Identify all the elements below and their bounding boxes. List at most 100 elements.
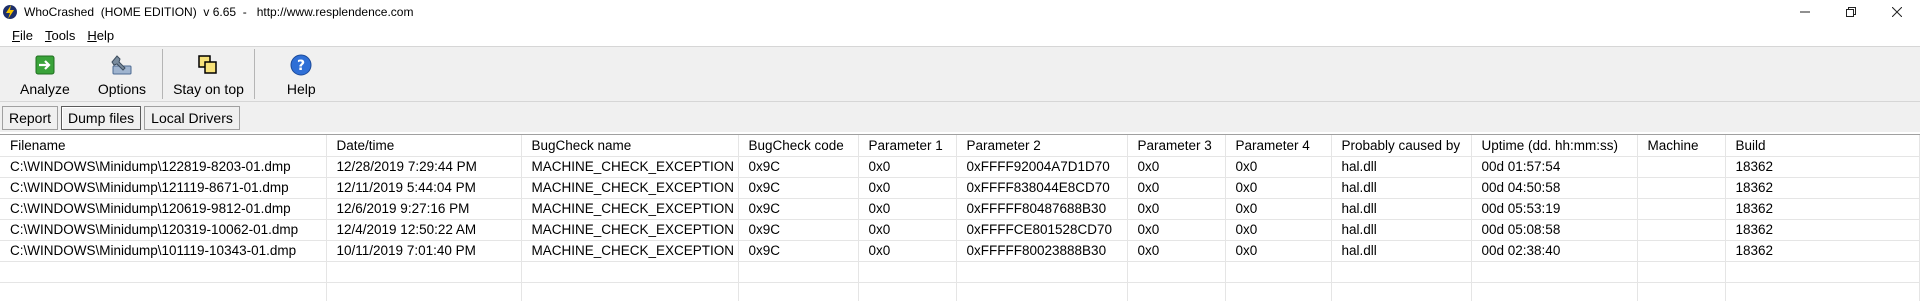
tab-dump-files[interactable]: Dump files [61, 106, 142, 130]
menu-bar: File Tools Help [0, 24, 1920, 46]
table-cell: 0xFFFFF80487688B30 [956, 198, 1128, 220]
column-header[interactable]: Machine [1637, 135, 1726, 157]
table-cell: 00d 05:08:58 [1471, 219, 1638, 241]
table-cell: C:\WINDOWS\Minidump\120619-9812-01.dmp [0, 198, 327, 220]
table-cell: 0x0 [1225, 198, 1332, 220]
table-cell: 0x0 [858, 156, 957, 178]
column-header[interactable]: BugCheck code [738, 135, 859, 157]
restore-button[interactable] [1828, 0, 1874, 24]
column-header[interactable]: Filename [0, 135, 327, 157]
table-cell: 0x0 [858, 177, 957, 199]
window-controls [1782, 0, 1920, 24]
minimize-button[interactable] [1782, 0, 1828, 24]
table-cell: 0x0 [1225, 177, 1332, 199]
column-header[interactable]: Probably caused by [1331, 135, 1472, 157]
help-label: Help [286, 81, 316, 97]
help-question-icon: ? [290, 54, 312, 76]
table-cell: 0x0 [1225, 240, 1332, 262]
dump-files-table: Filename Date/time BugCheck name BugChec… [0, 134, 1920, 301]
column-header[interactable]: Parameter 4 [1225, 135, 1332, 157]
table-cell [326, 282, 522, 301]
column-header[interactable]: Uptime (dd. hh:mm:ss) [1471, 135, 1638, 157]
table-cell [858, 261, 957, 283]
app-lightning-icon [2, 4, 18, 20]
table-cell [0, 282, 327, 301]
column-header[interactable]: Build [1725, 135, 1920, 157]
table-cell: 0x0 [858, 240, 957, 262]
table-cell: MACHINE_CHECK_EXCEPTION [521, 156, 739, 178]
help-button[interactable]: ? Help [255, 47, 332, 101]
options-button[interactable]: Options [86, 47, 162, 101]
table-cell: MACHINE_CHECK_EXCEPTION [521, 240, 739, 262]
tab-report[interactable]: Report [2, 106, 59, 130]
table-cell: 0x0 [1225, 219, 1332, 241]
table-cell [858, 282, 957, 301]
table-row[interactable]: C:\WINDOWS\Minidump\121119-8671-01.dmp 12… [0, 177, 1920, 199]
options-wrench-icon [111, 54, 133, 76]
empty-table-row [0, 261, 1920, 283]
table-row[interactable]: C:\WINDOWS\Minidump\122819-8203-01.dmp 12… [0, 156, 1920, 178]
menu-file-label: ile [19, 27, 33, 43]
table-cell: C:\WINDOWS\Minidump\122819-8203-01.dmp [0, 156, 327, 178]
table-cell: MACHINE_CHECK_EXCEPTION [521, 177, 739, 199]
table-cell: 0x9C [738, 240, 859, 262]
table-cell: 0x9C [738, 219, 859, 241]
table-cell: hal.dll [1331, 219, 1472, 241]
svg-text:?: ? [297, 58, 305, 74]
options-label: Options [97, 81, 147, 97]
table-cell: hal.dll [1331, 240, 1472, 262]
table-cell: 0xFFFF838044E8CD70 [956, 177, 1128, 199]
table-row[interactable]: C:\WINDOWS\Minidump\120319-10062-01.dmp 1… [0, 219, 1920, 241]
menu-help-label: elp [96, 27, 115, 43]
table-cell: 00d 04:50:58 [1471, 177, 1638, 199]
column-header[interactable]: BugCheck name [521, 135, 739, 157]
table-cell: C:\WINDOWS\Minidump\121119-8671-01.dmp [0, 177, 327, 199]
table-cell: 0x0 [858, 219, 957, 241]
column-header[interactable]: Parameter 1 [858, 135, 957, 157]
table-cell: 0x0 [1127, 219, 1226, 241]
table-cell: 0x9C [738, 198, 859, 220]
table-cell: MACHINE_CHECK_EXCEPTION [521, 219, 739, 241]
table-cell: 0x0 [1127, 198, 1226, 220]
table-header-row: Filename Date/time BugCheck name BugChec… [0, 135, 1920, 157]
table-cell: 00d 05:53:19 [1471, 198, 1638, 220]
table-cell [326, 261, 522, 283]
table-cell: MACHINE_CHECK_EXCEPTION [521, 198, 739, 220]
toolbar: Analyze Options Stay on top ? Help [0, 46, 1920, 102]
column-header[interactable]: Date/time [326, 135, 522, 157]
title-bar: WhoCrashed (HOME EDITION) v 6.65 - http:… [0, 0, 1920, 24]
close-button[interactable] [1874, 0, 1920, 24]
table-cell [1725, 261, 1920, 283]
table-row[interactable]: C:\WINDOWS\Minidump\120619-9812-01.dmp 12… [0, 198, 1920, 220]
table-cell: 0xFFFFCE801528CD70 [956, 219, 1128, 241]
table-cell: 12/28/2019 7:29:44 PM [326, 156, 522, 178]
table-cell: hal.dll [1331, 198, 1472, 220]
menu-tools-label: ools [51, 27, 76, 43]
analyze-label: Analyze [20, 81, 70, 97]
table-cell [1225, 261, 1332, 283]
table-cell [956, 282, 1128, 301]
column-header[interactable]: Parameter 2 [956, 135, 1128, 157]
table-cell: 0x9C [738, 156, 859, 178]
table-cell: 18362 [1725, 240, 1920, 262]
restore-icon [1846, 7, 1856, 17]
table-cell: C:\WINDOWS\Minidump\101119-10343-01.dmp [0, 240, 327, 262]
analyze-button[interactable]: Analyze [0, 47, 86, 101]
table-cell: 0x0 [1127, 177, 1226, 199]
table-cell [1127, 261, 1226, 283]
column-header[interactable]: Parameter 3 [1127, 135, 1226, 157]
table-cell [1471, 282, 1638, 301]
table-row[interactable]: C:\WINDOWS\Minidump\101119-10343-01.dmp 1… [0, 240, 1920, 262]
table-cell [1637, 198, 1726, 220]
tab-local-drivers[interactable]: Local Drivers [144, 106, 240, 130]
menu-file[interactable]: File [6, 28, 39, 43]
menu-tools[interactable]: Tools [39, 28, 81, 43]
table-cell: 18362 [1725, 156, 1920, 178]
stay-on-top-button[interactable]: Stay on top [163, 47, 254, 101]
table-cell [1331, 282, 1472, 301]
table-cell [1127, 282, 1226, 301]
table-cell [956, 261, 1128, 283]
table-cell: 18362 [1725, 198, 1920, 220]
menu-help[interactable]: Help [81, 28, 120, 43]
empty-table-row [0, 282, 1920, 301]
